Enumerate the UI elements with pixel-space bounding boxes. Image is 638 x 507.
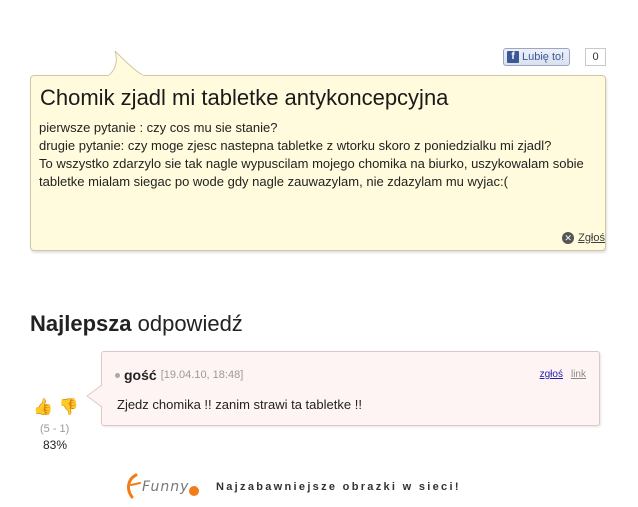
close-circle-icon: ✕ [562,232,575,244]
like-label: Lubię to! [522,51,565,63]
thumbs-up-icon[interactable]: 👍 [33,399,53,417]
best-answer-heading: Najlepsza odpowiedź [30,311,243,337]
author-bullet-icon [115,372,120,378]
best-answer-heading-rest: odpowiedź [131,311,243,336]
answer-actions: zgłoś link [540,369,586,380]
thumbs-down-icon[interactable]: 👎 [59,399,79,417]
logo-text: Funny [142,479,190,495]
question-line: To wszystko zdarzylo sie tak nagle wypus… [39,156,588,189]
speech-bubble-tail [107,50,145,77]
facebook-icon: f [507,51,519,63]
answer-text: Zjedz chomika !! zanim strawi ta tabletk… [117,397,362,412]
footer-tagline: Najzabawniejsze obrazki w sieci! [216,481,461,493]
answer-permalink[interactable]: link [571,369,586,380]
question-body: pierwsze pytanie : czy cos mu sie stanie… [39,119,601,191]
facebook-like-button[interactable]: f Lubię to! [503,48,571,66]
vote-percentage: 83% [43,438,68,452]
report-answer-link[interactable]: zgłoś [540,369,563,380]
vote-detail: (5 - 1) [40,423,70,435]
answer-author: gość [124,367,157,383]
report-question-link[interactable]: ✕ Zgłoś [562,232,605,244]
question-line: drugie pytanie: czy moge zjesc nastepna … [39,138,552,153]
answer-bubble-tail [86,384,103,408]
question-title: Chomik zjadl mi tabletke antykoncepcyjna [40,85,449,110]
best-answer-heading-bold: Najlepsza [30,311,132,336]
answer-bubble [101,351,600,426]
vote-buttons: 👍 👎 [33,399,79,417]
question-line: pierwsze pytanie : czy cos mu sie stanie… [39,120,278,135]
like-count: 0 [585,48,606,66]
answer-author-line: gość [19.04.10, 18:48] [115,367,243,383]
report-label: Zgłoś [578,232,605,244]
answer-date: [19.04.10, 18:48] [160,369,244,381]
